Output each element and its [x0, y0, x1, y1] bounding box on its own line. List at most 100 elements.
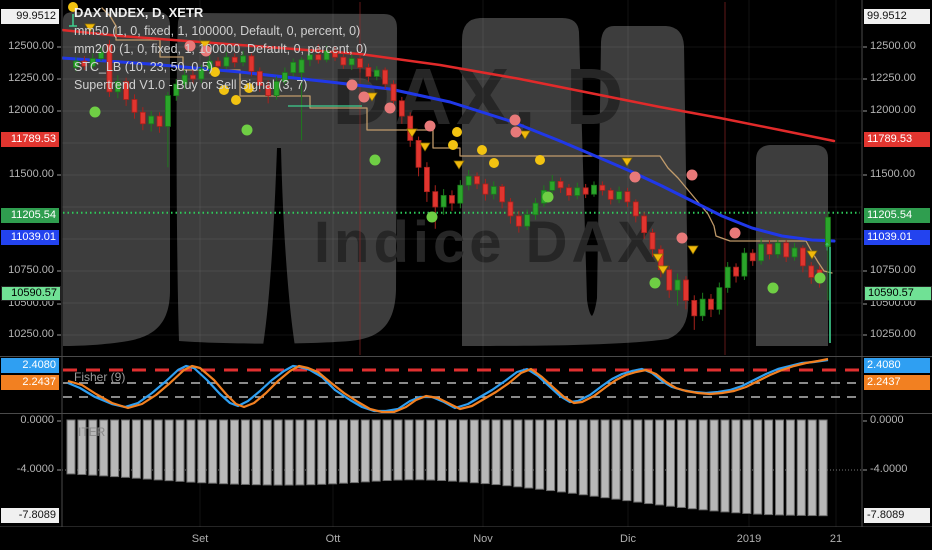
price-tick-label: 12000.00: [8, 104, 54, 116]
histogram-bar: [339, 419, 348, 484]
pink-dot-marker: [676, 232, 688, 244]
histogram-bar: [458, 419, 468, 483]
price-axis-left[interactable]: 12500.00 12250.00 12000.00 11500.00 10750.00…: [0, 0, 62, 527]
histogram-bar: [753, 419, 763, 515]
time-axis[interactable]: Set Ott Nov Dic 2019 21: [0, 527, 932, 550]
candle-body: [716, 287, 723, 310]
histogram-bar: [676, 419, 686, 508]
candle-body: [758, 243, 765, 262]
candle-body: [499, 186, 506, 203]
histogram-bar: [655, 419, 665, 506]
histogram-pane[interactable]: [66, 419, 828, 517]
sell-triangle-marker: [419, 142, 431, 152]
histogram-bar: [589, 419, 599, 497]
candle-body: [749, 252, 756, 262]
candle-body: [449, 195, 455, 204]
price-badge-fisher_blue: 2.4080: [864, 358, 930, 373]
legend-symbol-title[interactable]: DAX INDEX, D, XETR: [74, 4, 367, 22]
candle-body: [582, 187, 589, 195]
time-tick-label: Set: [191, 533, 209, 545]
price-tick-label: 12500.00: [870, 40, 916, 52]
legend-stc[interactable]: STC_LB (10, 23, 50, 0.5): [74, 58, 367, 76]
trading-chart-window: DAX, D Indice DAX ↑ DAX INDEX, D, XETR m…: [0, 0, 932, 550]
histogram-bar: [775, 419, 784, 516]
price-badge-blue: 11039.01: [864, 230, 930, 245]
legend-mm200[interactable]: mm200 (1, 0, fixed, 1, 100000, Default, …: [74, 40, 367, 58]
histogram-bar: [415, 419, 425, 481]
green-dot-marker: [241, 124, 253, 136]
histogram-bar: [524, 419, 534, 489]
histogram-pane-label[interactable]: ITER: [78, 425, 105, 439]
green-dot-marker: [767, 282, 779, 294]
price-tick-label: 0.0000: [870, 414, 904, 426]
histogram-bar: [557, 419, 566, 493]
price-badge-blue: 11039.01: [1, 230, 59, 245]
price-tick-label: 11500.00: [870, 168, 916, 180]
price-badge-fisher_orange: 2.2437: [1, 375, 59, 390]
candle-body: [733, 266, 739, 277]
histogram-bar: [295, 419, 305, 486]
histogram-bar: [742, 419, 752, 514]
sell-triangle-marker: [687, 245, 699, 255]
legend-mm50[interactable]: mm50 (1, 0, fixed, 1, 100000, Default, 0…: [74, 22, 367, 40]
histogram-bar: [437, 419, 447, 482]
histogram-bar: [66, 419, 76, 475]
histogram-bar: [208, 419, 218, 484]
histogram-bar: [175, 419, 185, 482]
candle-body: [766, 243, 773, 255]
histogram-bar: [240, 419, 250, 485]
histogram-bar: [121, 419, 130, 478]
histogram-bar: [284, 419, 294, 486]
time-tick-label: Ott: [325, 533, 341, 545]
price-badge-red: 11789.53: [864, 132, 930, 147]
histogram-bar: [491, 419, 501, 486]
fisher-pane[interactable]: [63, 357, 860, 413]
price-tick-label: 10250.00: [870, 328, 916, 340]
histogram-bar: [306, 419, 316, 486]
histogram-bar: [262, 419, 272, 486]
histogram-bar: [666, 419, 675, 507]
histogram-bar: [393, 419, 403, 481]
fisher-pane-label[interactable]: Fisher (9): [74, 370, 125, 384]
histogram-bar: [360, 419, 370, 483]
symbol-description-watermark: Indice DAX: [314, 210, 660, 275]
yellow-dot-marker: [535, 155, 545, 165]
histogram-bar: [328, 419, 338, 485]
price-badge-green_light: 10590.57: [864, 286, 932, 301]
histogram-bar: [404, 419, 414, 481]
green-dot-marker: [649, 277, 661, 289]
legend-supertrend[interactable]: Supertrend V1.0 - Buy or Sell Signal (3,…: [74, 76, 367, 94]
candle-body: [465, 175, 472, 186]
histogram-bar: [349, 419, 359, 484]
pink-dot-marker: [384, 102, 396, 114]
candle-body: [532, 202, 539, 216]
candle-body: [490, 186, 497, 195]
candle-body: [683, 279, 689, 301]
price-axis-right[interactable]: 12500.00 12250.00 12000.00 11500.00 10750.00…: [862, 0, 932, 527]
pink-dot-marker: [686, 169, 698, 181]
candle-body: [398, 100, 405, 117]
candle-body: [774, 242, 781, 255]
price-badge-white: -7.8089: [864, 508, 930, 523]
histogram-bar: [502, 419, 512, 487]
histogram-bar: [469, 419, 479, 484]
price-tick-label: 11500.00: [8, 168, 54, 180]
price-tick-label: 10750.00: [870, 264, 916, 276]
candle-body: [482, 183, 489, 195]
histogram-bar: [611, 419, 621, 500]
price-badge-green_light: 10590.57: [1, 286, 61, 301]
histogram-bar: [142, 419, 152, 480]
histogram-bar: [197, 419, 207, 484]
candle-body: [624, 191, 631, 203]
histogram-bar: [709, 419, 719, 512]
candle-body: [641, 215, 648, 234]
candle-body: [808, 265, 815, 278]
histogram-bar: [110, 419, 120, 478]
histogram-bar: [633, 419, 643, 503]
histogram-bar: [578, 419, 588, 496]
histogram-bar: [807, 419, 817, 517]
candle-body: [699, 298, 706, 317]
histogram-bar: [131, 419, 141, 479]
price-badge-white: 99.9512: [864, 9, 930, 24]
candle-body: [691, 300, 698, 317]
